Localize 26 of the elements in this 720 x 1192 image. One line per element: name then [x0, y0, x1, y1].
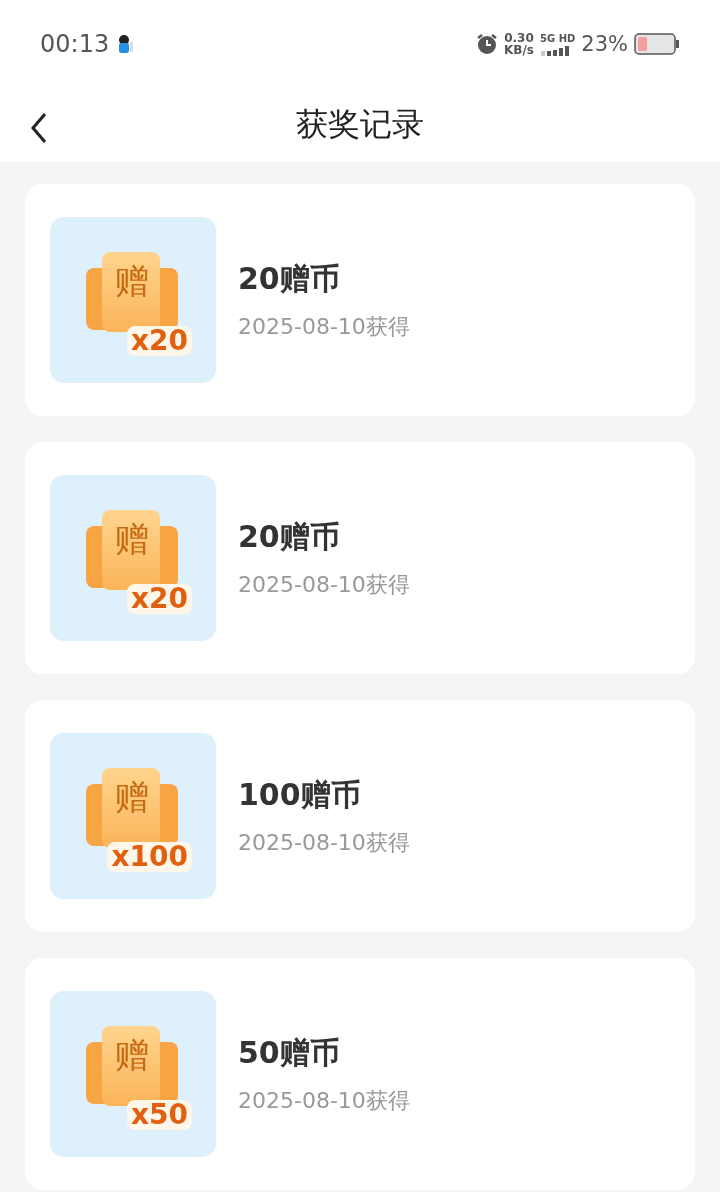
prize-count: x50 [126, 1100, 192, 1130]
prize-count: x20 [126, 326, 192, 356]
ticket-label: 赠 [115, 1038, 149, 1072]
prize-date: 2025-08-10获得 [238, 312, 410, 341]
prize-count: x20 [126, 584, 192, 614]
signal-icon [540, 45, 570, 56]
prize-date: 2025-08-10获得 [238, 570, 410, 599]
speed-value: 0.30 [504, 32, 534, 44]
app-notification-icon [117, 34, 134, 54]
prize-count: x100 [107, 842, 192, 872]
page-title: 获奖记录 [296, 104, 424, 145]
prize-title: 100赠币 [238, 775, 362, 814]
prize-date: 2025-08-10获得 [238, 1086, 410, 1115]
ticket-label: 赠 [115, 264, 149, 298]
alarm-icon [476, 33, 498, 55]
network-label: 5G HD [540, 32, 576, 44]
battery-percent: 23% [581, 32, 628, 56]
ticket-label: 赠 [115, 780, 149, 814]
prize-title: 20赠币 [238, 517, 341, 556]
prize-date: 2025-08-10获得 [238, 828, 410, 857]
prize-title: 20赠币 [238, 259, 341, 298]
ticket-label: 赠 [115, 522, 149, 556]
status-time: 00:13 [40, 30, 110, 58]
battery-icon [634, 33, 680, 55]
prize-title: 50赠币 [238, 1033, 341, 1072]
speed-unit: KB/s [504, 44, 534, 56]
